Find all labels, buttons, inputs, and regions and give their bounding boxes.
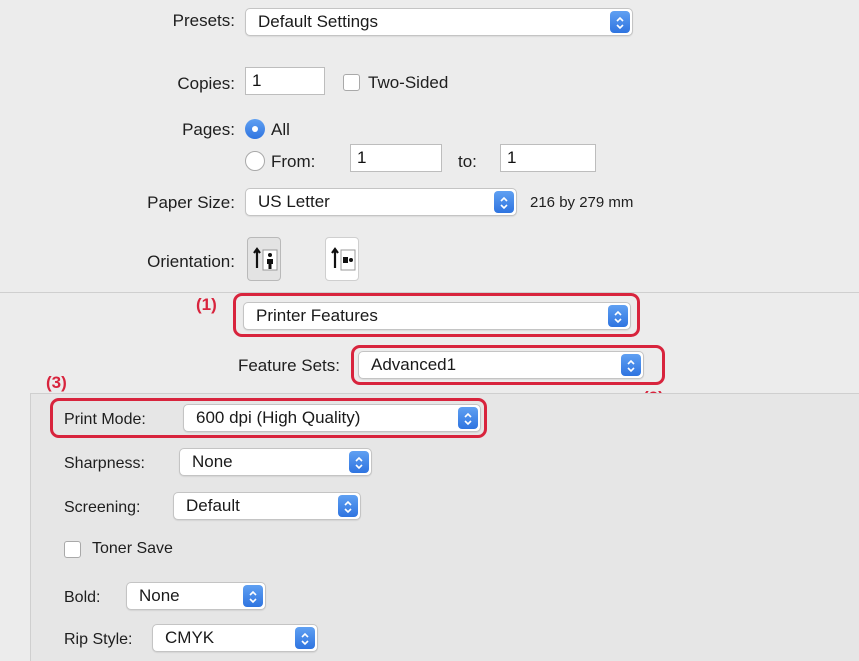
paper-dimensions: 216 by 279 mm xyxy=(530,194,634,211)
paper-size-stepper-icon xyxy=(494,191,514,213)
feature-sets-label: Feature Sets: xyxy=(237,356,340,375)
screening-popup[interactable]: Default xyxy=(173,492,361,520)
sharpness-stepper-icon xyxy=(349,451,369,473)
bold-stepper-icon xyxy=(243,585,263,607)
presets-stepper-icon xyxy=(610,11,630,33)
pages-from-label: From: xyxy=(271,152,316,171)
bold-popup[interactable]: None xyxy=(126,582,266,610)
screening-label: Screening: xyxy=(64,499,141,516)
copies-field[interactable]: 1 xyxy=(245,67,325,95)
print-mode-value: 600 dpi (High Quality) xyxy=(196,408,361,427)
orientation-label: Orientation: xyxy=(147,252,235,271)
panel-select-popup[interactable]: Printer Features xyxy=(243,302,631,330)
sharpness-popup[interactable]: None xyxy=(179,448,372,476)
rip-style-value: CMYK xyxy=(165,628,215,647)
portrait-orientation-button[interactable] xyxy=(247,237,281,281)
print-mode-popup[interactable]: 600 dpi (High Quality) xyxy=(183,404,481,432)
callout-3: (3) xyxy=(46,373,67,392)
pages-label: Pages: xyxy=(182,120,235,139)
bold-value: None xyxy=(139,586,180,605)
pages-all-label: All xyxy=(271,120,290,139)
panel-select-stepper-icon xyxy=(608,305,628,327)
paper-size-popup[interactable]: US Letter xyxy=(245,188,517,216)
pages-from-radio[interactable] xyxy=(245,151,265,171)
copies-label: Copies: xyxy=(177,74,235,93)
sharpness-label: Sharpness: xyxy=(64,455,145,472)
screening-stepper-icon xyxy=(338,495,358,517)
presets-value: Default Settings xyxy=(258,12,379,31)
two-sided-label: Two-Sided xyxy=(368,73,449,92)
two-sided-checkbox[interactable] xyxy=(343,74,360,91)
feature-sets-stepper-icon xyxy=(621,354,641,376)
print-mode-stepper-icon xyxy=(458,407,478,429)
feature-sets-value: Advanced1 xyxy=(371,355,457,374)
feature-sets-popup[interactable]: Advanced1 xyxy=(358,351,644,379)
rip-style-popup[interactable]: CMYK xyxy=(152,624,318,652)
toner-save-checkbox[interactable] xyxy=(64,541,81,558)
screening-value: Default xyxy=(186,496,240,515)
landscape-orientation-button[interactable] xyxy=(325,237,359,281)
pages-all-radio[interactable] xyxy=(245,119,265,139)
rip-style-stepper-icon xyxy=(295,627,315,649)
callout-1: (1) xyxy=(196,295,217,314)
paper-size-label: Paper Size: xyxy=(147,193,235,212)
presets-popup[interactable]: Default Settings xyxy=(245,8,633,36)
pages-to-field[interactable]: 1 xyxy=(500,144,596,172)
bold-label: Bold: xyxy=(64,589,101,606)
toner-save-label: Toner Save xyxy=(92,540,173,557)
landscape-icon xyxy=(331,247,356,271)
sharpness-value: None xyxy=(192,452,233,471)
pages-to-label: to: xyxy=(458,152,477,171)
rip-style-label: Rip Style: xyxy=(64,631,133,648)
pages-from-field[interactable]: 1 xyxy=(350,144,442,172)
portrait-icon xyxy=(253,247,278,271)
panel-select-value: Printer Features xyxy=(256,306,378,325)
print-mode-label: Print Mode: xyxy=(64,411,146,428)
presets-label: Presets: xyxy=(172,11,235,30)
paper-size-value: US Letter xyxy=(258,192,330,211)
